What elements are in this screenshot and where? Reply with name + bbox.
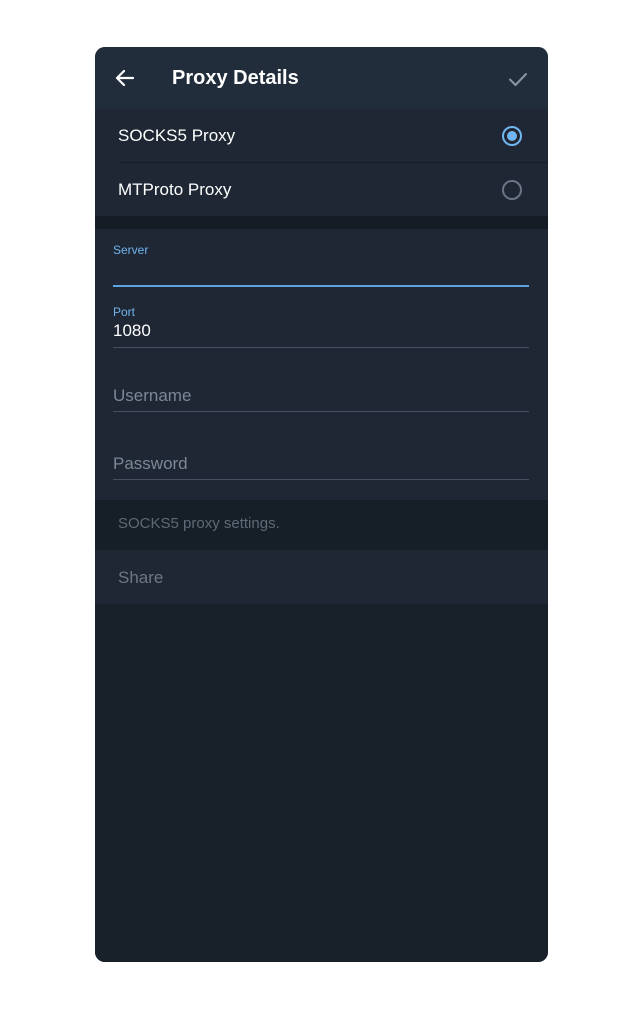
proxy-fields-section: Server Port 1080 Username Password: [95, 229, 548, 500]
port-field[interactable]: Port 1080: [113, 299, 529, 357]
info-text: SOCKS5 proxy settings.: [118, 515, 280, 532]
share-label: Share: [118, 568, 164, 587]
mtproto-label: MTProto Proxy: [118, 180, 232, 199]
username-input[interactable]: Username: [113, 386, 191, 406]
password-underline: [113, 479, 529, 480]
info-section: SOCKS5 proxy settings.: [95, 500, 548, 550]
share-button[interactable]: Share: [95, 550, 548, 604]
username-underline: [113, 411, 529, 412]
password-input[interactable]: Password: [113, 454, 188, 474]
radio-selected-icon[interactable]: [501, 125, 523, 147]
app-bar: Proxy Details: [95, 47, 548, 109]
server-underline: [113, 285, 529, 287]
port-underline: [113, 347, 529, 348]
socks5-option[interactable]: SOCKS5 Proxy: [95, 109, 548, 163]
empty-area: [95, 604, 548, 962]
page-title: Proxy Details: [172, 67, 299, 89]
port-input[interactable]: 1080: [113, 321, 151, 341]
section-gap: [95, 216, 548, 229]
back-arrow-icon[interactable]: [113, 66, 137, 90]
server-label: Server: [113, 243, 149, 257]
proxy-details-screen: Proxy Details SOCKS5 Proxy MTProto Proxy: [95, 47, 548, 962]
password-field[interactable]: Password: [113, 447, 529, 495]
port-label: Port: [113, 305, 136, 319]
username-field[interactable]: Username: [113, 379, 529, 427]
radio-unselected-icon[interactable]: [501, 179, 523, 201]
check-icon[interactable]: [506, 67, 530, 91]
mtproto-option[interactable]: MTProto Proxy: [95, 163, 548, 216]
server-field[interactable]: Server: [113, 229, 529, 287]
proxy-type-section: SOCKS5 Proxy MTProto Proxy: [95, 109, 548, 216]
socks5-label: SOCKS5 Proxy: [118, 126, 236, 145]
